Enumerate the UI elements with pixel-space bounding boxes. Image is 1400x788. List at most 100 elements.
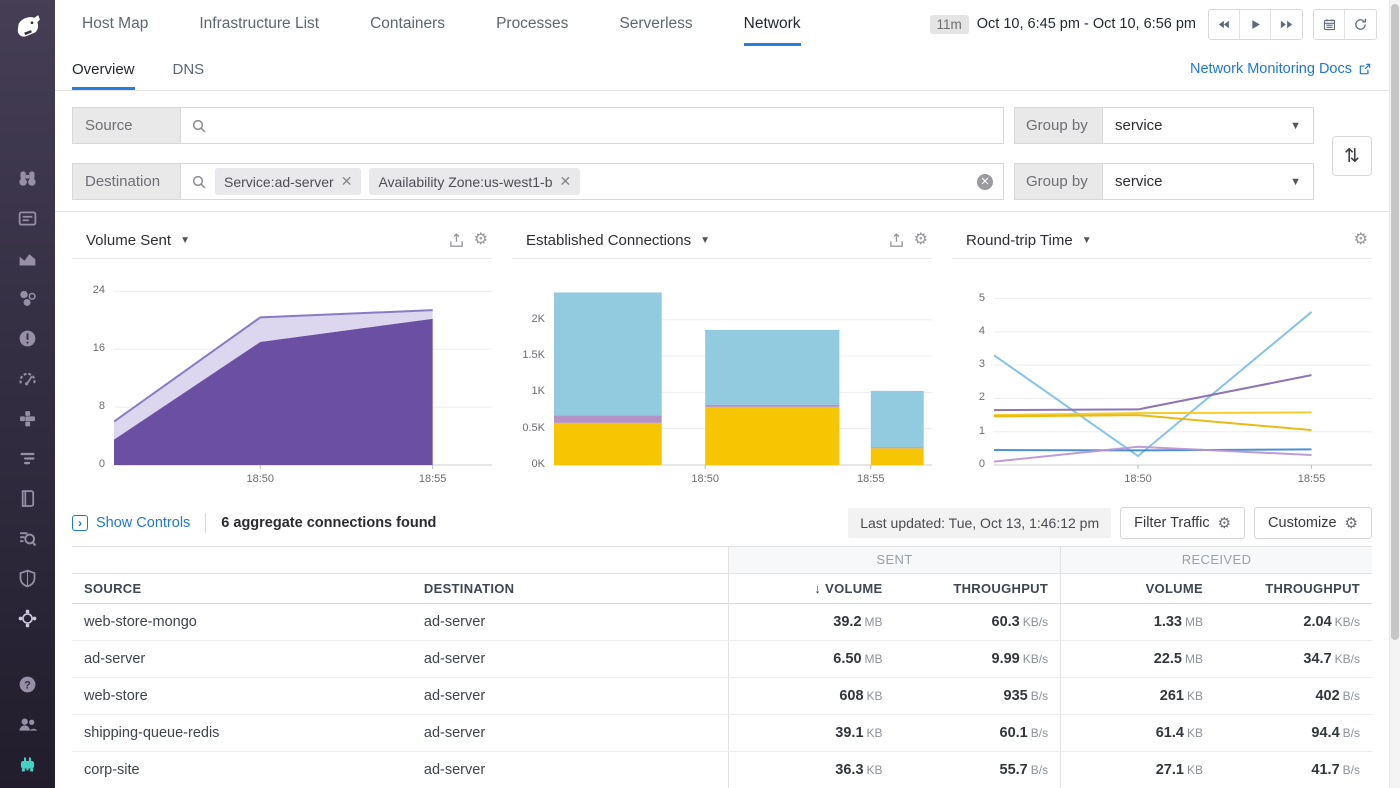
- rewind-button[interactable]: [1209, 10, 1240, 39]
- cell-source[interactable]: web-store: [72, 677, 412, 714]
- scrollbar-thumb[interactable]: [1391, 4, 1399, 640]
- cell-destination[interactable]: ad-server: [412, 640, 729, 677]
- nav-items: Host Map Infrastructure List Containers Pro…: [82, 0, 852, 48]
- tab-bar: Overview DNS Network Monitoring Docs: [55, 48, 1389, 91]
- time-window-badge[interactable]: 11m: [930, 15, 969, 34]
- fast-forward-button[interactable]: [1271, 10, 1302, 39]
- vertical-scrollbar[interactable]: [1389, 0, 1400, 788]
- remove-pill-icon[interactable]: ✕: [341, 173, 353, 190]
- sidebar-item-avatar[interactable]: [0, 744, 55, 784]
- cell-sent-volume: 608KB: [728, 677, 894, 714]
- table-row[interactable]: web-store-mongoad-server39.2MB60.3KB/s1.…: [72, 603, 1372, 640]
- tab-overview[interactable]: Overview: [72, 48, 135, 90]
- chart-plot-area[interactable]: 18:5018:55: [554, 259, 932, 495]
- swap-source-destination-button[interactable]: ⇅: [1332, 136, 1372, 176]
- y-axis-tick: 5: [979, 292, 985, 304]
- filter-pill-label: Availability Zone:us-west1-b: [378, 174, 552, 190]
- nav-item-containers[interactable]: Containers: [370, 0, 445, 48]
- gear-icon[interactable]: ⚙: [1354, 232, 1368, 248]
- sidebar-item-network[interactable]: [0, 598, 55, 638]
- destination-label: Destination: [72, 163, 180, 200]
- cell-source[interactable]: ad-server: [72, 640, 412, 677]
- column-header-sent-volume[interactable]: ↓VOLUME: [728, 573, 894, 603]
- source-group-by-label: Group by: [1014, 107, 1102, 144]
- datadog-logo[interactable]: [8, 7, 48, 47]
- export-icon[interactable]: [448, 232, 465, 249]
- cell-source[interactable]: corp-site: [72, 751, 412, 788]
- show-controls-button[interactable]: › Show Controls: [72, 515, 190, 531]
- nav-item-infrastructure-list[interactable]: Infrastructure List: [199, 0, 319, 48]
- cell-destination[interactable]: ad-server: [412, 751, 729, 788]
- team-icon: [17, 714, 38, 735]
- chart-plot-area[interactable]: 18:5018:55: [114, 259, 492, 495]
- refresh-icon[interactable]: [1345, 10, 1376, 39]
- column-header-received-volume[interactable]: VOLUME: [1061, 573, 1215, 603]
- sidebar-item-team[interactable]: [0, 704, 55, 744]
- sidebar-item-monitors[interactable]: [0, 318, 55, 358]
- nav-item-processes[interactable]: Processes: [496, 0, 568, 48]
- table-row[interactable]: corp-sitead-server36.3KB55.7B/s27.1KB41.…: [72, 751, 1372, 788]
- play-button[interactable]: [1240, 10, 1271, 39]
- filter-traffic-label: Filter Traffic: [1134, 515, 1209, 531]
- chevron-down-icon[interactable]: ▼: [180, 235, 190, 246]
- cell-destination[interactable]: ad-server: [412, 714, 729, 751]
- sidebar-item-help[interactable]: ?: [0, 664, 55, 704]
- destination-search-input[interactable]: Service:ad-server✕Availability Zone:us-w…: [180, 163, 1004, 200]
- y-axis-tick: 0K: [532, 458, 545, 470]
- chevron-down-icon[interactable]: ▼: [1082, 235, 1092, 246]
- chart-title[interactable]: Volume Sent: [86, 232, 171, 249]
- column-header-source[interactable]: SOURCE: [72, 573, 412, 603]
- y-axis-tick: 8: [99, 400, 105, 412]
- cell-received-volume: 261KB: [1061, 677, 1215, 714]
- column-header-sent-throughput[interactable]: THROUGHPUT: [895, 573, 1061, 603]
- sidebar-item-logs[interactable]: [0, 518, 55, 558]
- filter-pill[interactable]: Service:ad-server ✕: [215, 168, 361, 195]
- panel-expand-icon: ›: [72, 515, 88, 531]
- column-header-destination[interactable]: DESTINATION: [412, 573, 729, 603]
- export-icon[interactable]: [888, 232, 905, 249]
- sidebar-item-dashboards[interactable]: [0, 198, 55, 238]
- calendar-icon[interactable]: [1314, 10, 1345, 39]
- cell-destination[interactable]: ad-server: [412, 603, 729, 640]
- chart-title[interactable]: Established Connections: [526, 232, 691, 249]
- source-group-by-value: service: [1115, 117, 1163, 134]
- nav-item-serverless[interactable]: Serverless: [619, 0, 692, 48]
- sidebar-item-traces[interactable]: [0, 438, 55, 478]
- sidebar-item-notebooks[interactable]: [0, 478, 55, 518]
- filter-pill-label: Service:ad-server: [224, 174, 334, 190]
- column-header-received-throughput[interactable]: THROUGHPUT: [1215, 573, 1372, 603]
- source-group-by-select[interactable]: service ▼: [1102, 107, 1314, 144]
- sidebar-item-apm[interactable]: [0, 358, 55, 398]
- customize-button[interactable]: Customize ⚙: [1254, 507, 1372, 539]
- table-row[interactable]: ad-serverad-server6.50MB9.99KB/s22.5MB34…: [72, 640, 1372, 677]
- source-search-input[interactable]: [180, 107, 1004, 144]
- sidebar-item-watchdog[interactable]: [0, 158, 55, 198]
- remove-pill-icon[interactable]: ✕: [559, 173, 571, 190]
- cell-source[interactable]: shipping-queue-redis: [72, 714, 412, 751]
- sidebar-item-integrations[interactable]: [0, 398, 55, 438]
- tab-dns[interactable]: DNS: [173, 48, 205, 90]
- destination-group-by-select[interactable]: service ▼: [1102, 163, 1314, 200]
- clear-filters-icon[interactable]: ✕: [977, 174, 993, 190]
- gear-icon[interactable]: ⚙: [474, 232, 488, 248]
- cell-destination[interactable]: ad-server: [412, 677, 729, 714]
- filter-pill[interactable]: Availability Zone:us-west1-b ✕: [369, 168, 580, 195]
- sidebar-item-security[interactable]: [0, 558, 55, 598]
- chevron-down-icon[interactable]: ▼: [700, 235, 710, 246]
- time-range-label[interactable]: Oct 10, 6:45 pm - Oct 10, 6:56 pm: [977, 16, 1196, 32]
- network-monitoring-docs-link[interactable]: Network Monitoring Docs: [1190, 61, 1372, 77]
- sidebar-item-infrastructure[interactable]: [0, 278, 55, 318]
- chart-title[interactable]: Round-trip Time: [966, 232, 1073, 249]
- nav-item-network[interactable]: Network: [744, 0, 801, 48]
- monitors-icon: [17, 328, 38, 349]
- cell-sent-volume: 39.1KB: [728, 714, 894, 751]
- sidebar-item-metrics[interactable]: [0, 238, 55, 278]
- table-row[interactable]: shipping-queue-redisad-server39.1KB60.1B…: [72, 714, 1372, 751]
- filter-traffic-button[interactable]: Filter Traffic ⚙: [1120, 507, 1245, 539]
- calendar-refresh-group: [1313, 9, 1377, 40]
- gear-icon[interactable]: ⚙: [914, 232, 928, 248]
- chart-plot-area[interactable]: 18:5018:55: [994, 259, 1372, 495]
- nav-item-host-map[interactable]: Host Map: [82, 0, 148, 48]
- cell-source[interactable]: web-store-mongo: [72, 603, 412, 640]
- table-row[interactable]: web-storead-server608KB935B/s261KB402B/s: [72, 677, 1372, 714]
